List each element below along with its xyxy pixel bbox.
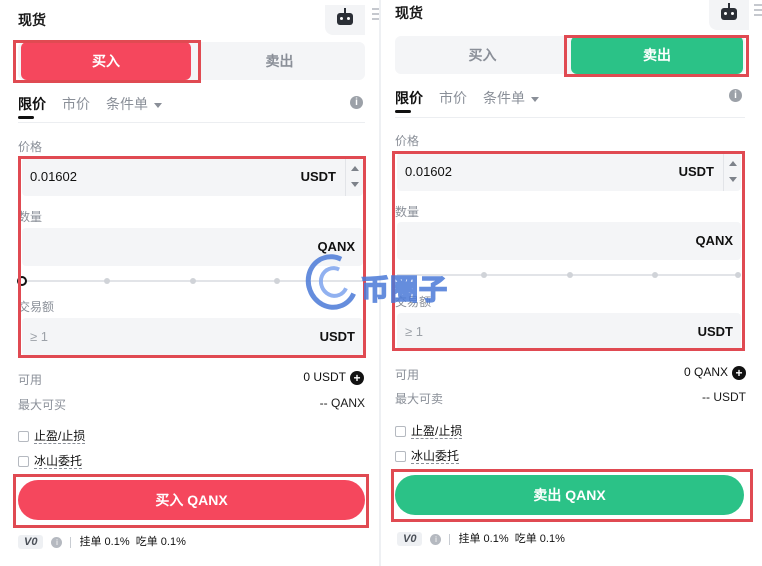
add-funds-icon[interactable]: + [350,370,364,385]
checkbox-icon[interactable] [395,451,406,463]
available-label: 可用 [395,368,420,382]
tab-sell[interactable]: 卖出 [571,36,743,74]
price-stepper[interactable] [723,153,741,191]
price-unit: USDT [678,164,714,179]
watermark-text: 币圈子 [360,273,449,306]
slider-mark[interactable] [481,272,487,278]
price-stepper[interactable] [345,158,363,196]
info-icon[interactable]: i [350,96,363,109]
info-icon[interactable]: i [729,89,742,102]
price-label: 价格 [395,134,420,148]
price-input[interactable]: 0.01602 USDT [22,158,363,196]
tab-limit[interactable]: 限价 [18,94,46,119]
taker-fee: 吃单 0.1% [514,533,565,545]
available-value: 0 QANX [683,365,728,379]
total-input[interactable]: ≥ 1 USDT [397,313,741,351]
tab-limit[interactable]: 限价 [395,88,423,113]
tab-sell[interactable]: 卖出 [194,42,365,80]
slider-mark[interactable] [104,278,110,284]
order-type-tabs: 限价 市价 条件单 [18,94,365,124]
tab-conditional-label: 条件单 [106,96,148,112]
price-input[interactable]: 0.01602 USDT [397,153,741,191]
chevron-up-icon[interactable] [729,161,737,166]
tab-market[interactable]: 市价 [62,94,90,114]
side-tabs: 买入 卖出 [18,42,365,80]
tab-conditional-label: 条件单 [483,90,525,106]
price-value: 0.01602 [30,169,77,184]
chevron-down-icon [531,96,539,102]
watermark-logo: 币圈子 [297,246,463,318]
slider-mark[interactable] [190,278,196,284]
tp-sl-checkbox[interactable]: 止盈/止损 [18,427,86,444]
checkbox-icon[interactable] [18,456,29,468]
max-buy-value: -- QANX [319,396,365,410]
total-unit: USDT [319,329,355,344]
robot-icon[interactable] [325,5,365,35]
robot-icon[interactable] [709,0,749,30]
iceberg-checkbox[interactable]: 冰山委托 [395,447,460,464]
iceberg-label: 冰山委托 [411,449,460,464]
iceberg-label: 冰山委托 [34,454,83,469]
sell-button[interactable]: 卖出 QANX [395,475,744,515]
checkbox-icon[interactable] [395,426,406,438]
slider-handle[interactable] [17,276,27,286]
tab-conditional[interactable]: 条件单 [106,94,162,114]
page-title: 现货 [18,12,46,28]
available-label: 可用 [18,373,43,387]
slider-mark[interactable] [274,278,280,284]
amount-label: 数量 [395,205,420,219]
available-row: 0 USDT + [303,370,364,385]
chevron-down-icon[interactable] [729,177,737,182]
checkbox-icon[interactable] [18,431,29,443]
tp-sl-label: 止盈/止损 [34,429,86,444]
tab-buy[interactable]: 买入 [395,36,570,74]
max-sell-value: -- USDT [702,390,746,404]
iceberg-checkbox[interactable]: 冰山委托 [18,452,83,469]
taker-fee: 吃单 0.1% [135,536,186,548]
amount-unit: QANX [695,233,733,248]
tab-market[interactable]: 市价 [439,88,467,108]
chevron-up-icon[interactable] [351,166,359,171]
total-label: 交易额 [18,300,55,314]
order-type-tabs: 限价 市价 条件单 [395,88,745,118]
available-value: 0 USDT [303,370,346,384]
info-icon[interactable]: i [51,536,63,548]
slider-mark[interactable] [735,272,741,278]
price-label: 价格 [18,140,43,154]
total-placeholder: ≥ 1 [30,329,48,344]
add-funds-icon[interactable]: + [732,365,746,380]
menu-icon[interactable] [754,4,762,16]
tab-buy[interactable]: 买入 [21,42,191,80]
chevron-down-icon[interactable] [351,182,359,187]
available-row: 0 QANX + [684,365,746,380]
divider [395,117,745,118]
chevron-down-icon [154,102,162,108]
vip-badge[interactable]: V0 [397,532,423,546]
divider [18,122,365,123]
total-placeholder: ≥ 1 [405,324,423,339]
buy-button[interactable]: 买入 QANX [18,480,365,520]
slider-mark[interactable] [652,272,658,278]
total-input[interactable]: ≥ 1 USDT [22,318,363,356]
vip-badge[interactable]: V0 [18,535,44,549]
max-buy-label: 最大可买 [18,398,67,412]
amount-label: 数量 [18,210,43,224]
side-tabs: 买入 卖出 [395,36,745,74]
maker-fee: 挂单 0.1% [79,536,130,548]
max-sell-label: 最大可卖 [395,392,444,406]
price-unit: USDT [300,169,336,184]
total-unit: USDT [697,324,733,339]
maker-fee: 挂单 0.1% [458,533,509,545]
tp-sl-checkbox[interactable]: 止盈/止损 [395,422,463,439]
price-value: 0.01602 [405,164,452,179]
slider-mark[interactable] [567,272,573,278]
page-title: 现货 [395,5,423,21]
tab-conditional[interactable]: 条件单 [483,88,539,108]
fee-info: V0 i 挂单 0.1% 吃单 0.1% [397,530,565,546]
fee-info: V0 i 挂单 0.1% 吃单 0.1% [18,533,186,549]
info-icon[interactable]: i [430,533,442,545]
tp-sl-label: 止盈/止损 [411,424,463,439]
